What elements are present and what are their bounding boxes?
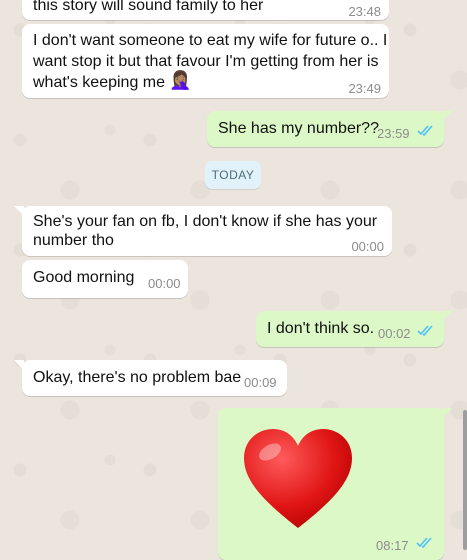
double-check-read-icon bbox=[417, 325, 433, 336]
message-outgoing[interactable]: She has my number?? 23:59 bbox=[207, 111, 452, 147]
message-time: 00:00 bbox=[351, 239, 384, 254]
facepalm-emoji: 🤦🏽‍♀️ bbox=[169, 70, 192, 90]
message-time: 00:02 bbox=[378, 326, 411, 341]
message-time: 23:49 bbox=[348, 81, 381, 96]
message-time: 00:09 bbox=[244, 375, 277, 390]
message-text-line: number tho bbox=[33, 232, 114, 249]
message-text: I don't think so. bbox=[267, 320, 375, 337]
message-time: 23:48 bbox=[348, 4, 381, 19]
message-text-line: I don't want someone to eat my wife for … bbox=[33, 32, 388, 49]
message-outgoing-emoji[interactable]: 08:17 bbox=[218, 408, 452, 560]
message-incoming[interactable]: Okay, there's no problem bae 00:09 bbox=[14, 360, 287, 396]
red-heart-emoji bbox=[244, 429, 352, 528]
message-outgoing[interactable]: I don't think so. 00:02 bbox=[256, 311, 452, 347]
message-text-line: She's your fan on fb, I don't know if sh… bbox=[33, 213, 378, 230]
double-check-read-icon bbox=[416, 537, 432, 548]
message-text: Good morning bbox=[33, 269, 135, 286]
double-check-read-icon bbox=[417, 125, 433, 136]
message-incoming[interactable]: Good morning 00:00 bbox=[22, 260, 188, 298]
message-text: She has my number?? bbox=[218, 120, 379, 137]
message-text-line: want stop it but that favour I'm getting… bbox=[33, 53, 379, 70]
message-text-line: what's keeping me bbox=[33, 74, 166, 91]
message-time: 23:59 bbox=[377, 126, 410, 141]
message-incoming[interactable]: I don't want someone to eat my wife for … bbox=[22, 24, 389, 98]
message-time: 00:00 bbox=[148, 276, 181, 291]
message-text: this story will sound family to her bbox=[33, 0, 264, 14]
message-text: Okay, there's no problem bae bbox=[33, 369, 242, 386]
message-incoming[interactable]: She's your fan on fb, I don't know if sh… bbox=[14, 206, 392, 256]
message-incoming[interactable]: this story will sound family to her 23:4… bbox=[22, 0, 389, 20]
scrollbar[interactable] bbox=[463, 410, 467, 550]
date-separator: TODAY bbox=[205, 161, 261, 189]
message-time: 08:17 bbox=[376, 538, 409, 553]
